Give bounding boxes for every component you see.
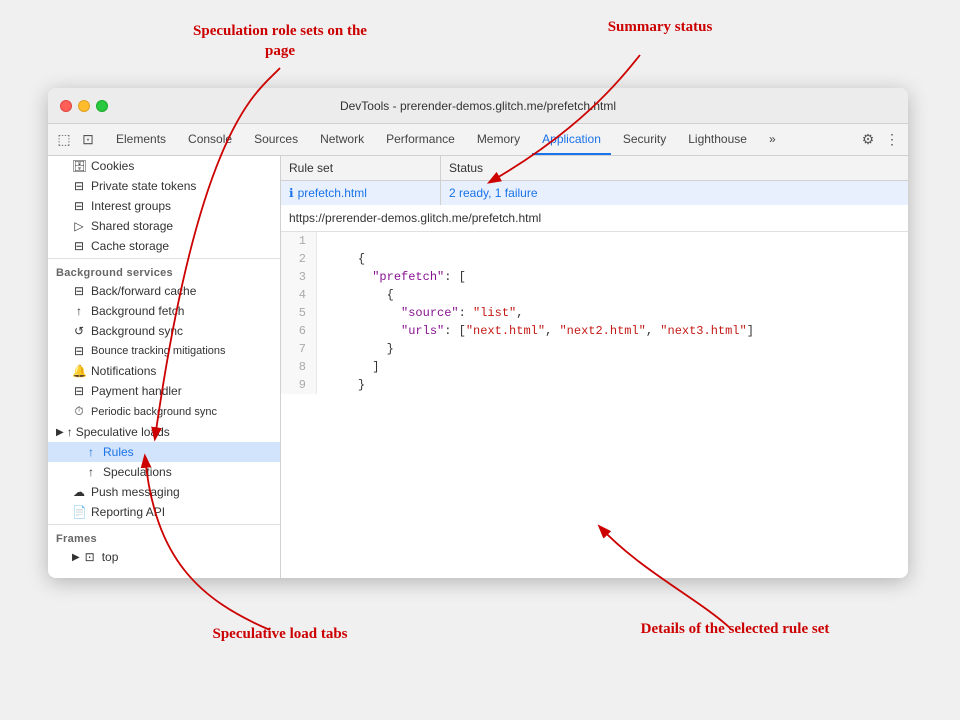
sidebar-item-interest-groups[interactable]: ⊟ Interest groups (48, 196, 280, 216)
sidebar-item-reporting-api[interactable]: 📄 Reporting API (48, 502, 280, 522)
tab-console[interactable]: Console (178, 124, 242, 155)
sidebar-item-periodic-bg-sync[interactable]: ⏱ Periodic background sync (48, 401, 280, 422)
private-state-icon: ⊟ (72, 179, 86, 193)
reporting-api-icon: 📄 (72, 505, 86, 519)
sidebar-item-payment-handler[interactable]: ⊟ Payment handler (48, 381, 280, 401)
back-forward-icon: ⊟ (72, 284, 86, 298)
url-bar: https://prerender-demos.glitch.me/prefet… (281, 205, 908, 232)
table-header: Rule set Status (281, 156, 908, 181)
sidebar-item-speculations[interactable]: ↑ Speculations (48, 462, 280, 482)
tab-lighthouse[interactable]: Lighthouse (678, 124, 757, 155)
annotation-summary-status: Summary status (580, 18, 740, 38)
interest-groups-icon: ⊟ (72, 199, 86, 213)
code-view: 1 2 { 3 "prefetch": [ 4 { 5 (281, 232, 908, 578)
sidebar-group-speculative-loads[interactable]: ▶ ↑ Speculative loads (48, 422, 280, 442)
device-icon[interactable]: ⊡ (78, 130, 98, 150)
col-status-header: Status (441, 156, 908, 180)
code-line-4: 4 { (281, 286, 908, 304)
code-line-5: 5 "source": "list", (281, 304, 908, 322)
divider-2 (48, 524, 280, 525)
sidebar: 🗄 Cookies ⊟ Private state tokens ⊟ Inter… (48, 156, 281, 578)
code-line-6: 6 "urls": ["next.html", "next2.html", "n… (281, 322, 908, 340)
payment-handler-icon: ⊟ (72, 384, 86, 398)
devtools-body: 🗄 Cookies ⊟ Private state tokens ⊟ Inter… (48, 156, 908, 578)
sidebar-item-bounce-tracking[interactable]: ⊟ Bounce tracking mitigations (48, 341, 280, 361)
cookies-icon: 🗄 (72, 159, 86, 173)
frames-arrow: ▶ (72, 552, 80, 563)
sidebar-item-back-forward[interactable]: ⊟ Back/forward cache (48, 281, 280, 301)
top-frame-icon: ⊡ (83, 550, 97, 564)
tab-memory[interactable]: Memory (467, 124, 530, 155)
frames-header: Frames (48, 527, 280, 547)
push-messaging-icon: ☁ (72, 485, 86, 499)
minimize-button[interactable] (78, 100, 90, 112)
annotation-speculation-role: Speculation role sets on the page (190, 22, 370, 61)
tab-performance[interactable]: Performance (376, 124, 465, 155)
tab-more[interactable]: » (759, 124, 786, 155)
td-status: 2 ready, 1 failure (441, 181, 908, 205)
sidebar-item-background-fetch[interactable]: ↑ Background fetch (48, 301, 280, 321)
info-icon: ℹ (289, 186, 294, 200)
toolbar-right: ⚙ ⋮ (858, 130, 902, 150)
maximize-button[interactable] (96, 100, 108, 112)
toolbar-icons: ⬚ ⊡ (54, 130, 98, 150)
background-services-header: Background services (48, 261, 280, 281)
td-ruleset[interactable]: ℹ prefetch.html (281, 181, 441, 205)
browser-window: DevTools - prerender-demos.glitch.me/pre… (48, 88, 908, 578)
sidebar-item-push-messaging[interactable]: ☁ Push messaging (48, 482, 280, 502)
background-fetch-icon: ↑ (72, 304, 86, 318)
sidebar-item-cookies[interactable]: 🗄 Cookies (48, 156, 280, 176)
sidebar-item-background-sync[interactable]: ↺ Background sync (48, 321, 280, 341)
sidebar-item-cache-storage[interactable]: ⊟ Cache storage (48, 236, 280, 256)
tab-security[interactable]: Security (613, 124, 676, 155)
cache-storage-icon: ⊟ (72, 239, 86, 253)
tab-network[interactable]: Network (310, 124, 374, 155)
settings-icon[interactable]: ⚙ (858, 130, 878, 150)
sidebar-item-notifications[interactable]: 🔔 Notifications (48, 361, 280, 381)
background-sync-icon: ↺ (72, 324, 86, 338)
expand-arrow: ▶ (56, 427, 64, 438)
more-icon[interactable]: ⋮ (882, 130, 902, 150)
sidebar-item-top[interactable]: ▶ ⊡ top (48, 547, 280, 567)
code-line-8: 8 ] (281, 358, 908, 376)
close-button[interactable] (60, 100, 72, 112)
annotation-details-selected: Details of the selected rule set (610, 620, 860, 640)
table-row[interactable]: ℹ prefetch.html 2 ready, 1 failure (281, 181, 908, 205)
devtools-toolbar: ⬚ ⊡ Elements Console Sources Network Per… (48, 124, 908, 156)
periodic-bg-sync-icon: ⏱ (72, 404, 86, 419)
sidebar-item-shared-storage[interactable]: ▷ Shared storage (48, 216, 280, 236)
notifications-icon: 🔔 (72, 364, 86, 378)
bounce-tracking-icon: ⊟ (72, 344, 86, 358)
inspect-icon[interactable]: ⬚ (54, 130, 74, 150)
traffic-lights (60, 100, 108, 112)
rules-icon: ↑ (84, 445, 98, 459)
col-ruleset-header: Rule set (281, 156, 441, 180)
sidebar-item-private-state-tokens[interactable]: ⊟ Private state tokens (48, 176, 280, 196)
main-panel: Rule set Status ℹ prefetch.html 2 ready,… (281, 156, 908, 578)
code-line-9: 9 } (281, 376, 908, 394)
window-title: DevTools - prerender-demos.glitch.me/pre… (340, 99, 616, 113)
shared-storage-icon: ▷ (72, 219, 86, 233)
title-bar: DevTools - prerender-demos.glitch.me/pre… (48, 88, 908, 124)
speculations-icon: ↑ (84, 465, 98, 479)
annotation-speculative-load-tabs: Speculative load tabs (180, 625, 380, 645)
tab-application[interactable]: Application (532, 124, 611, 155)
toolbar-tabs: Elements Console Sources Network Perform… (106, 124, 786, 155)
code-line-2: 2 { (281, 250, 908, 268)
speculative-loads-icon: ↑ (67, 425, 73, 439)
tab-sources[interactable]: Sources (244, 124, 308, 155)
code-line-3: 3 "prefetch": [ (281, 268, 908, 286)
code-line-7: 7 } (281, 340, 908, 358)
code-line-1: 1 (281, 232, 908, 250)
divider-1 (48, 258, 280, 259)
sidebar-item-rules[interactable]: ↑ Rules (48, 442, 280, 462)
tab-elements[interactable]: Elements (106, 124, 176, 155)
